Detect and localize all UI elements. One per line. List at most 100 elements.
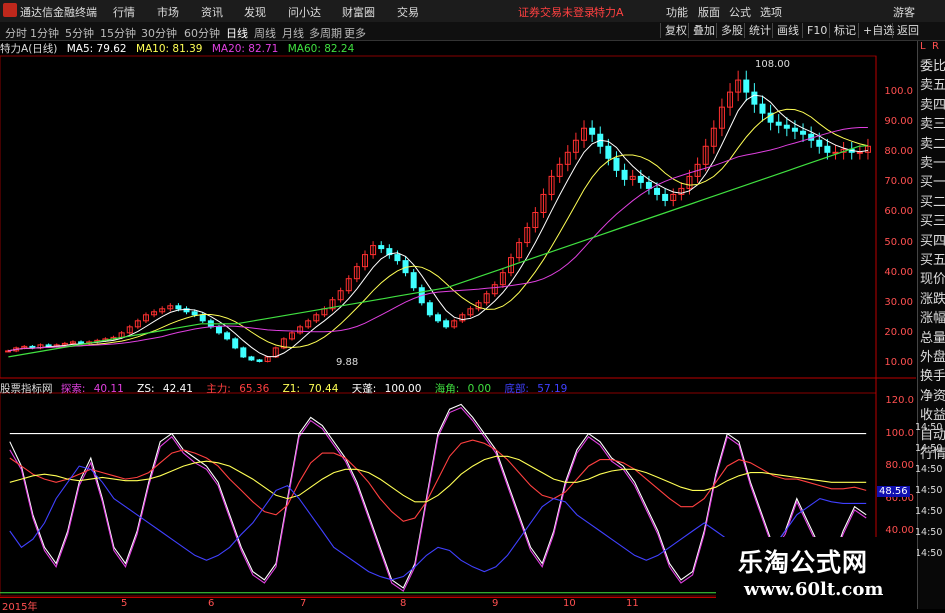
osc-haijiao-label: 海角: (434, 383, 460, 395)
trade-time-label: 14:50 (915, 485, 943, 496)
price-tick-label: 100.0 (884, 86, 913, 98)
panel-field-label[interactable]: 换手 (920, 365, 945, 384)
candle-body (232, 338, 239, 349)
panel-l-tag[interactable]: L (920, 41, 926, 52)
panel-field-label[interactable]: 买五 (920, 249, 945, 268)
panel-field-label[interactable]: 卖四 (920, 94, 945, 113)
osc-last-value-tag: 48.56 (877, 486, 910, 497)
candle-body (215, 326, 222, 334)
trade-time-label: 14:50 (915, 464, 943, 475)
panel-field-label[interactable]: 卖二 (920, 133, 945, 152)
candle-body (78, 341, 85, 344)
panel-field-label[interactable]: 买三 (920, 210, 945, 229)
osc-legend: 股票指标网 探索: 40.11 ZS: 42.41 主力: 65.36 Z1: … (0, 381, 577, 396)
osc-tick-label: 40.00 (885, 525, 914, 537)
price-tick-label: 70.00 (884, 176, 913, 188)
date-label-10: 10 (563, 598, 576, 609)
candle-body (248, 356, 255, 361)
price-tick-label: 50.00 (884, 236, 913, 248)
candle-body (435, 314, 441, 322)
panel-field-label[interactable]: 涨幅 (920, 307, 945, 326)
candle-body (645, 181, 652, 189)
panel-field-label[interactable]: 净资 (920, 385, 945, 404)
price-tick-label: 60.00 (884, 206, 913, 218)
candle-body (783, 124, 790, 129)
low-marker: 9.88 (336, 357, 359, 368)
panel-field-label[interactable]: 卖一 (920, 152, 945, 171)
price-tick-label: 40.00 (884, 266, 913, 278)
watermark-url: www.60lt.com (744, 579, 884, 600)
date-label-9: 9 (492, 598, 499, 609)
osc-haijiao: 海角: 0.00 (435, 383, 496, 395)
candle-body (621, 169, 628, 180)
candle-body (775, 121, 782, 126)
candle-body (856, 151, 863, 154)
candle-body (613, 157, 620, 171)
high-marker: 108.00 (755, 59, 790, 70)
panel-field-label[interactable]: 现价 (920, 268, 945, 287)
panel-field-label[interactable]: 委比 (920, 55, 945, 74)
site-watermark: 乐淘公式网 www.60lt.com (716, 537, 917, 609)
ma60-line (8, 145, 868, 358)
trade-time-label: 14:50 (915, 506, 943, 517)
date-label-5: 5 (121, 598, 128, 609)
date-label-11: 11 (626, 598, 639, 609)
price-tick-label: 30.00 (884, 296, 913, 308)
candle-body (240, 347, 247, 358)
panel-field-label[interactable]: 买一 (920, 171, 945, 190)
panel-field-label[interactable]: 买二 (920, 191, 945, 210)
trade-time-label: 14:50 (915, 527, 943, 538)
osc-tianpeng-value: 100.00 (384, 383, 422, 395)
osc-dibu-value: 57.19 (537, 383, 568, 395)
osc-zhuli: 主力: 65.36 (206, 383, 274, 395)
panel-field-label[interactable]: 总量 (920, 327, 945, 346)
osc-zs: ZS: 42.41 (137, 383, 198, 395)
candle-body (637, 175, 644, 183)
osc-zhuli-value: 65.36 (239, 383, 270, 395)
candle-body (816, 139, 823, 147)
date-label-7: 7 (300, 598, 307, 609)
panel-field-label[interactable]: 外盘 (920, 346, 945, 365)
date-label-2015: 2015年 (2, 602, 38, 613)
date-label-8: 8 (400, 598, 407, 609)
watermark-site-name: 乐淘公式网 (738, 548, 869, 577)
candle-body (654, 187, 661, 195)
panel-field-label[interactable]: 收益 (920, 404, 945, 423)
osc-title: 股票指标网 (0, 383, 53, 395)
osc-tansuo-label: 探索: (60, 383, 86, 395)
candle-body (605, 145, 612, 159)
price-tick-label: 80.00 (884, 146, 913, 158)
osc-tick-label: 100.0 (885, 427, 914, 439)
panel-r-tag[interactable]: R (932, 41, 939, 52)
osc-z1-label: Z1: (282, 383, 301, 395)
panel-field-label[interactable]: 涨跌 (920, 288, 945, 307)
osc-dibu: 底部: 57.19 (504, 383, 572, 395)
price-tick-label: 10.00 (884, 356, 913, 368)
trade-time-label: 14:50 (915, 443, 943, 454)
price-tick-label: 90.00 (884, 116, 913, 128)
candle-body (426, 302, 433, 316)
candle-body (743, 79, 750, 93)
osc-z1: Z1: 70.44 (283, 383, 344, 395)
kline-chart[interactable] (0, 0, 945, 609)
osc-tianpeng-label: 天蓬: (351, 383, 377, 395)
candle-body (378, 245, 385, 250)
candle-body (589, 127, 596, 135)
panel-field-label[interactable]: 卖五 (920, 74, 945, 93)
candle-body (175, 305, 182, 310)
osc-zs-label: ZS: (137, 383, 155, 395)
candle-body (662, 193, 669, 201)
candle-body (759, 103, 766, 114)
osc-zs-value: 42.41 (162, 383, 193, 395)
candle-body (199, 314, 206, 322)
price-tick-label: 20.00 (884, 326, 913, 338)
osc-tick-label: 120.0 (885, 395, 914, 407)
panel-field-label[interactable]: 买四 (920, 230, 945, 249)
osc-tick-label: 80.00 (885, 460, 914, 472)
osc-zhuli-label: 主力: (206, 383, 231, 395)
osc-z1-value: 70.44 (308, 383, 339, 395)
candle-body (751, 91, 758, 105)
panel-field-label[interactable]: 卖三 (920, 113, 945, 132)
candle-body (410, 272, 417, 289)
candle-body (256, 359, 263, 362)
